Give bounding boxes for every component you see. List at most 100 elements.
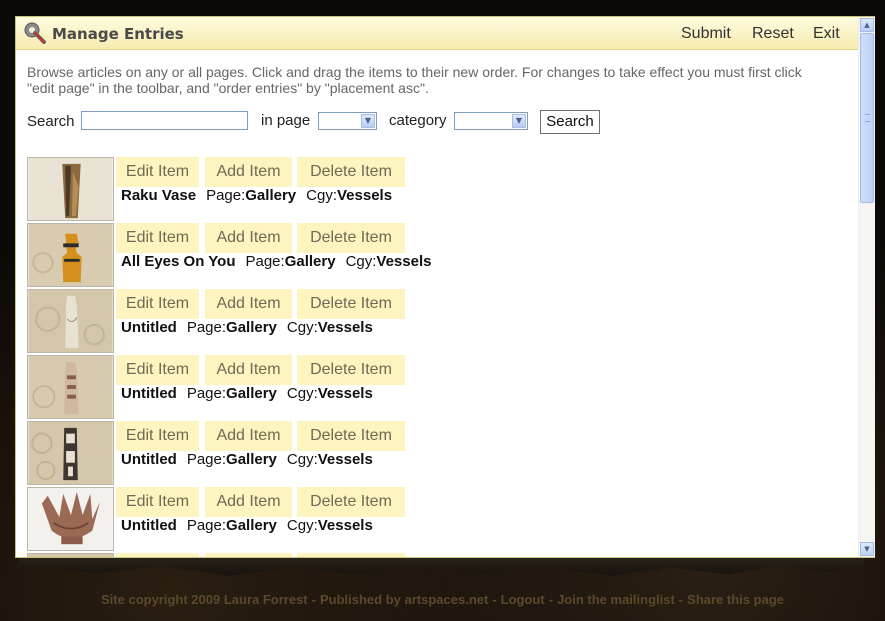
logout-link[interactable]: Logout <box>501 592 545 607</box>
delete-item-button[interactable]: Delete Item <box>297 289 405 319</box>
search-input[interactable] <box>81 111 248 130</box>
add-item-button[interactable]: Add Item <box>205 421 292 451</box>
edit-item-button[interactable]: Edit Item <box>116 487 199 517</box>
list-item[interactable]: Edit Item Add Item Delete Item Untitled P… <box>27 487 627 553</box>
edit-item-button[interactable]: Edit Item <box>116 421 199 451</box>
delete-item-button[interactable]: Delete Item <box>297 487 405 517</box>
page-filter-label: in page <box>261 112 311 129</box>
delete-item-button[interactable]: Delete Item <box>297 355 405 385</box>
entry-thumbnail[interactable] <box>27 289 114 353</box>
wrench-icon <box>24 22 46 44</box>
entry-meta: Untitled Page:Gallery Cgy:Vessels <box>121 451 373 468</box>
add-item-button[interactable] <box>205 553 292 557</box>
entry-title: Untitled <box>121 451 177 468</box>
entry-title: Untitled <box>121 517 177 534</box>
category-filter-label: category <box>389 112 447 129</box>
exit-link[interactable]: Exit <box>813 25 840 43</box>
delete-item-button[interactable]: Delete Item <box>297 223 405 253</box>
category-label: Cgy: <box>345 253 377 270</box>
entry-page: Gallery <box>284 253 336 270</box>
add-item-button[interactable]: Add Item <box>205 157 292 187</box>
entry-thumbnail[interactable] <box>27 355 114 419</box>
copyright-text: Site copyright 2009 Laura Forrest <box>101 592 308 607</box>
scroll-down-arrow-icon[interactable]: ▼ <box>860 542 874 556</box>
category-label: Cgy: <box>286 319 318 336</box>
entry-title: All Eyes On You <box>121 253 236 270</box>
entry-meta: Untitled Page:Gallery Cgy:Vessels <box>121 319 373 336</box>
delete-item-button[interactable]: Delete Item <box>297 421 405 451</box>
entry-category: Vessels <box>317 451 373 468</box>
manage-entries-dialog: Manage Entries Submit Reset Exit Browse … <box>15 16 875 558</box>
list-item[interactable]: Edit Item Add Item Delete Item Raku Vase… <box>27 157 627 223</box>
entry-meta: All Eyes On You Page:Gallery Cgy:Vessels <box>121 253 431 270</box>
entry-page: Gallery <box>226 385 277 402</box>
delete-item-button[interactable] <box>297 553 405 557</box>
entries-list: Edit Item Add Item Delete Item Raku Vase… <box>27 157 857 557</box>
entry-title: Untitled <box>121 319 177 336</box>
list-item[interactable]: Edit Item Add Item Delete Item All Eyes … <box>27 223 627 289</box>
dialog-title: Manage Entries <box>52 25 184 43</box>
entry-thumbnail[interactable] <box>27 223 114 287</box>
add-item-button[interactable]: Add Item <box>205 223 292 253</box>
entry-meta: Untitled Page:Gallery Cgy:Vessels <box>121 517 373 534</box>
submit-link[interactable]: Submit <box>681 25 731 43</box>
entry-page: Gallery <box>226 517 277 534</box>
delete-item-button[interactable]: Delete Item <box>297 157 405 187</box>
edit-item-button[interactable]: Edit Item <box>116 289 199 319</box>
list-item[interactable] <box>27 553 627 557</box>
entry-page: Gallery <box>226 319 277 336</box>
list-item[interactable]: Edit Item Add Item Delete Item Untitled P… <box>27 421 627 487</box>
entry-meta: Raku Vase Page:Gallery Cgy:Vessels <box>121 187 392 204</box>
page-label: Page: <box>186 451 227 468</box>
entry-meta: Untitled Page:Gallery Cgy:Vessels <box>121 385 373 402</box>
page-label: Page: <box>206 187 246 204</box>
entry-category: Vessels <box>376 253 432 270</box>
page-label: Page: <box>186 517 227 534</box>
edit-item-button[interactable]: Edit Item <box>116 223 199 253</box>
footer-separator: - <box>678 592 684 607</box>
add-item-button[interactable]: Add Item <box>205 487 292 517</box>
category-label: Cgy: <box>286 385 318 402</box>
entry-page: Gallery <box>245 187 297 204</box>
search-label: Search <box>27 113 75 130</box>
add-item-button[interactable]: Add Item <box>205 355 292 385</box>
site-footer: Site copyright 2009 Laura Forrest - Publis… <box>0 592 885 607</box>
vertical-scrollbar[interactable]: ▲ ▼ <box>858 17 875 557</box>
footer-separator: - <box>311 592 316 607</box>
published-by-link[interactable]: Published by artspaces.net <box>320 592 488 607</box>
instructions-text: Browse articles on any or all pages. Cli… <box>27 64 802 96</box>
entry-thumbnail[interactable] <box>27 157 114 221</box>
entry-category: Vessels <box>336 187 393 204</box>
scroll-up-arrow-icon[interactable]: ▲ <box>860 18 874 32</box>
category-label: Cgy: <box>306 187 337 204</box>
mailing-list-link[interactable]: Join the mailinglist <box>557 592 675 607</box>
chevron-down-icon[interactable]: ▼ <box>361 114 375 128</box>
reset-link[interactable]: Reset <box>752 25 794 43</box>
entry-page: Gallery <box>226 451 277 468</box>
entry-category: Vessels <box>317 319 373 336</box>
edit-item-button[interactable]: Edit Item <box>116 157 199 187</box>
share-page-link[interactable]: Share this page <box>687 592 784 607</box>
entry-title: Raku Vase <box>121 187 197 204</box>
grip-icon <box>865 114 870 122</box>
category-label: Cgy: <box>286 517 318 534</box>
page-select[interactable]: ▼ <box>318 112 377 130</box>
entry-thumbnail[interactable] <box>27 553 114 557</box>
entry-thumbnail[interactable] <box>27 421 114 485</box>
dialog-titlebar: Manage Entries Submit Reset Exit <box>16 17 874 50</box>
chevron-down-icon[interactable]: ▼ <box>512 114 526 128</box>
entry-category: Vessels <box>317 517 373 534</box>
page-label: Page: <box>186 319 227 336</box>
entry-thumbnail[interactable] <box>27 487 114 551</box>
add-item-button[interactable]: Add Item <box>205 289 292 319</box>
search-button[interactable]: Search <box>540 110 600 134</box>
list-item[interactable]: Edit Item Add Item Delete Item Untitled P… <box>27 289 627 355</box>
list-item[interactable]: Edit Item Add Item Delete Item Untitled P… <box>27 355 627 421</box>
edit-item-button[interactable] <box>116 553 199 557</box>
entry-title: Untitled <box>121 385 177 402</box>
edit-item-button[interactable]: Edit Item <box>116 355 199 385</box>
footer-separator: - <box>548 592 554 607</box>
scrollbar-thumb[interactable] <box>860 33 874 203</box>
category-select[interactable]: ▼ <box>454 112 528 130</box>
page-label: Page: <box>186 385 227 402</box>
